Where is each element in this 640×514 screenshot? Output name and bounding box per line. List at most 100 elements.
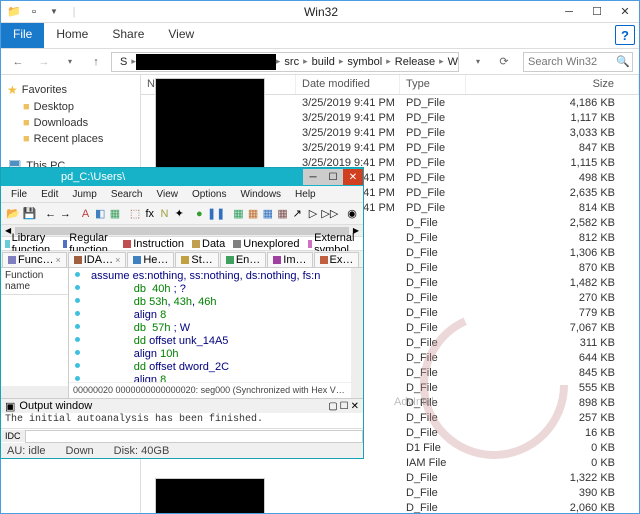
col-date[interactable]: Date modified [296, 75, 400, 94]
ida-view-tab[interactable]: IDA… × [68, 252, 127, 267]
disasm-line[interactable]: dd offset unk_14A5 [91, 335, 353, 348]
nav-downloads[interactable]: ■Downloads [5, 115, 136, 131]
ida-view-tab[interactable]: En… [220, 252, 266, 267]
ida-menu-file[interactable]: File [5, 188, 33, 201]
ida-menu-edit[interactable]: Edit [35, 188, 64, 201]
file-type: D_File [400, 292, 466, 304]
col-type[interactable]: Type [400, 75, 466, 94]
disasm-line[interactable]: db 40h ; ? [91, 283, 353, 296]
crumb-src[interactable]: src [280, 56, 303, 68]
tab-file[interactable]: File [1, 23, 44, 48]
output-close-icon[interactable]: ✕ [351, 401, 359, 412]
crumb-win32[interactable]: Win32 [444, 56, 459, 68]
close-button[interactable]: ✕ [611, 2, 639, 22]
tab-share[interactable]: Share [100, 23, 156, 48]
ida-view-tab[interactable]: Ex… [314, 252, 360, 267]
save-icon[interactable]: 💾 [22, 205, 38, 223]
nav-recent[interactable]: ■Recent places [5, 131, 136, 147]
tool-m-icon[interactable]: ◉ [345, 205, 359, 223]
ida-minimize-button[interactable]: ─ [303, 169, 323, 185]
file-thumbnail-redacted-2[interactable] [155, 478, 265, 513]
tool-e-icon[interactable]: fx [143, 205, 157, 223]
tool-c-icon[interactable]: ▦ [108, 205, 122, 223]
ida-menu-options[interactable]: Options [186, 188, 232, 201]
ida-menu-help[interactable]: Help [289, 188, 322, 201]
refresh-icon[interactable]: ⟳ [493, 52, 515, 72]
ribbon-tabs: File Home Share View ? [1, 23, 639, 49]
crumb-redacted[interactable] [136, 54, 276, 70]
tab-home[interactable]: Home [44, 23, 100, 48]
help-icon[interactable]: ? [615, 25, 635, 45]
ida-statusbar: AU: idle Down Disk: 40GB [1, 443, 363, 458]
search-input[interactable] [528, 56, 616, 68]
tool-h-icon[interactable]: ▦ [232, 205, 246, 223]
crumb-drive[interactable]: S [116, 56, 131, 68]
qat-properties-icon[interactable]: ▫ [25, 3, 43, 21]
tool-i-icon[interactable]: ▦ [246, 205, 260, 223]
disasm-line[interactable]: db 57h ; W [91, 322, 353, 335]
tool-d-icon[interactable]: ⬚ [128, 205, 142, 223]
ida-view-tab[interactable]: He… [127, 252, 174, 267]
tool-l-icon[interactable]: ↗ [290, 205, 304, 223]
tool-g-icon[interactable]: ✦ [172, 205, 186, 223]
nav-desktop[interactable]: ■Desktop [5, 99, 136, 115]
ida-view-tab[interactable]: St… [175, 252, 218, 267]
gutter-dot [75, 363, 80, 368]
col-size[interactable]: Size [466, 75, 639, 94]
up-button[interactable]: ↑ [85, 52, 107, 72]
run-icon[interactable]: ● [192, 205, 206, 223]
functions-scrollbar[interactable] [1, 386, 68, 398]
output-max-icon[interactable]: ☐ [340, 401, 349, 412]
cmd-input[interactable] [25, 430, 364, 443]
disassembly-pane[interactable]: assume es:nothing, ss:nothing, ds:nothin… [69, 268, 363, 398]
functions-header[interactable]: Function name [1, 268, 68, 295]
ida-menu-view[interactable]: View [151, 188, 185, 201]
disasm-line[interactable]: align 8 [91, 309, 353, 322]
disasm-scrollbar[interactable] [351, 268, 363, 398]
fwd-button[interactable]: → [33, 52, 55, 72]
open-icon[interactable]: 📂 [5, 205, 21, 223]
qat-dropdown-icon[interactable]: ▼ [45, 3, 63, 21]
ida-view-tab[interactable]: Func… × [2, 252, 67, 267]
tool-k-icon[interactable]: ▦ [276, 205, 290, 223]
recent-dropdown[interactable]: ▾ [59, 52, 81, 72]
ida-close-button[interactable]: ✕ [343, 169, 363, 185]
file-size: 644 KB [466, 352, 639, 364]
crumb-build[interactable]: build [308, 56, 339, 68]
tool-b-icon[interactable]: ◧ [93, 205, 107, 223]
ida-menu-jump[interactable]: Jump [66, 188, 102, 201]
addr-dropdown-icon[interactable]: ▾ [467, 52, 489, 72]
tool-a-icon[interactable]: A [79, 205, 93, 223]
search-box[interactable]: 🔍 [523, 52, 633, 72]
ida-maximize-button[interactable]: ☐ [323, 169, 343, 185]
output-expand-icon[interactable]: ▣ [5, 400, 15, 413]
disasm-line[interactable]: dd offset dword_2C [91, 361, 353, 374]
breadcrumb-box[interactable]: S▸ ▸ src▸ build▸ symbol▸ Release▸ Win32 [111, 52, 459, 72]
ida-menu-search[interactable]: Search [105, 188, 149, 201]
ida-menu-windows[interactable]: Windows [234, 188, 287, 201]
disasm-line[interactable]: db 53h, 43h, 46h [91, 296, 353, 309]
step-icon[interactable]: ▷▷ [321, 205, 339, 223]
fwd-icon[interactable]: → [59, 205, 73, 223]
tab-view[interactable]: View [156, 23, 206, 48]
search-icon[interactable]: 🔍 [616, 55, 630, 68]
disasm-line[interactable]: assume es:nothing, ss:nothing, ds:nothin… [91, 270, 353, 283]
tool-j-icon[interactable]: ▦ [261, 205, 275, 223]
pause-icon[interactable]: ❚❚ [207, 205, 225, 223]
back-icon[interactable]: ← [44, 205, 58, 223]
tab-close-icon[interactable]: × [55, 255, 60, 265]
nav-favorites[interactable]: ★Favorites [5, 81, 136, 99]
gutter-dot [75, 311, 80, 316]
back-button[interactable]: ← [7, 52, 29, 72]
play-icon[interactable]: ▷ [306, 205, 320, 223]
tab-close-icon[interactable]: × [115, 255, 120, 265]
tool-f-icon[interactable]: N [158, 205, 172, 223]
disasm-line[interactable]: align 10h [91, 348, 353, 361]
crumb-release[interactable]: Release [391, 56, 439, 68]
file-thumbnail-redacted[interactable] [155, 78, 265, 172]
crumb-symbol[interactable]: symbol [343, 56, 386, 68]
ida-view-tab[interactable]: Im… [267, 252, 312, 267]
minimize-button[interactable]: ─ [555, 2, 583, 22]
maximize-button[interactable]: ☐ [583, 2, 611, 22]
output-pin-icon[interactable]: ▢ [328, 401, 337, 412]
